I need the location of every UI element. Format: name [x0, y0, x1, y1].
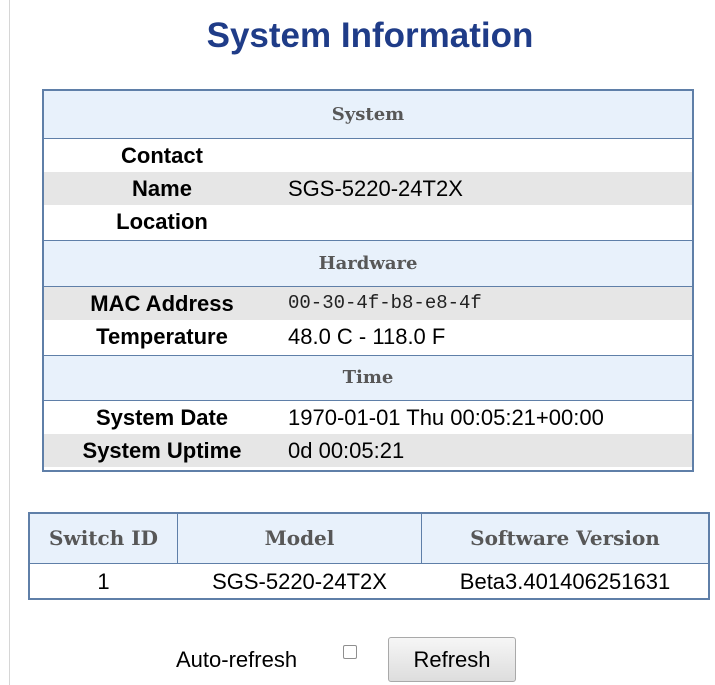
section-header-system: System — [44, 91, 692, 138]
field-label: Contact — [121, 143, 203, 168]
section-header-hardware: Hardware — [44, 241, 692, 286]
field-value: 48.0 C - 118.0 F — [288, 324, 446, 349]
field-value: 1970-01-01 Thu 00:05:21+00:00 — [288, 405, 604, 430]
info-row-system-uptime: System Uptime 0d 00:05:21 — [44, 434, 692, 467]
column-header-switch-id: Switch ID — [30, 514, 177, 563]
field-label: Name — [132, 176, 192, 201]
page-title: System Information — [206, 16, 534, 55]
auto-refresh-label: Auto-refresh — [176, 647, 298, 672]
cell-switch-id: 1 — [97, 569, 110, 594]
field-value: SGS-5220-24T2X — [288, 176, 463, 201]
system-info-panel: System Contact Name SGS-5220-24T2X Locat… — [42, 89, 694, 472]
refresh-button[interactable]: Refresh — [388, 637, 516, 682]
info-row-mac-address: MAC Address 00-30-4f-b8-e8-4f — [44, 287, 692, 320]
cell-software-version: Beta3.401406251631 — [459, 569, 671, 594]
field-label: Location — [116, 209, 208, 234]
info-row-location: Location — [44, 205, 692, 238]
section-header-time: Time — [44, 356, 692, 400]
column-header-model: Model — [178, 514, 421, 563]
frame-border — [9, 0, 10, 685]
field-label: Temperature — [96, 324, 228, 349]
field-label: System Date — [95, 405, 229, 430]
field-value: 00-30-4f-b8-e8-4f — [288, 292, 482, 314]
auto-refresh-checkbox[interactable] — [343, 645, 357, 659]
cell-model: SGS-5220-24T2X — [212, 569, 387, 594]
info-row-name: Name SGS-5220-24T2X — [44, 172, 692, 205]
switch-table: Switch ID Model Software Version 1 SGS-5… — [28, 512, 710, 600]
info-row-system-date: System Date 1970-01-01 Thu 00:05:21+00:0… — [44, 401, 692, 434]
field-value: 0d 00:05:21 — [288, 438, 405, 463]
column-header-software-version: Software Version — [422, 514, 708, 563]
field-label: System Uptime — [82, 438, 242, 463]
info-row-contact: Contact — [44, 139, 692, 172]
field-label: MAC Address — [90, 291, 234, 316]
info-row-temperature: Temperature 48.0 C - 118.0 F — [44, 320, 692, 353]
